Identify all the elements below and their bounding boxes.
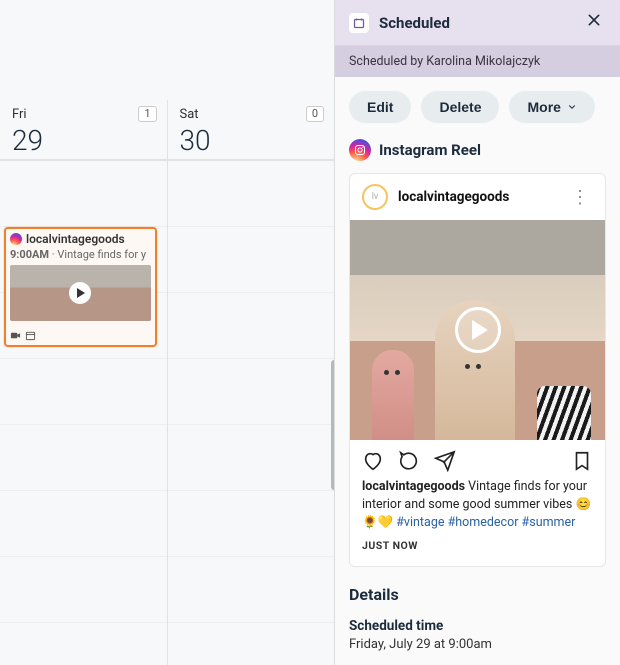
calendar-icon — [25, 330, 36, 341]
more-button[interactable]: More — [509, 91, 594, 123]
details-section: Details Scheduled time Friday, July 29 a… — [335, 567, 620, 652]
caption-hashtags[interactable]: #vintage #homedecor #summer — [396, 515, 575, 530]
panel-title: Scheduled — [379, 14, 572, 32]
close-button[interactable] — [582, 10, 606, 35]
day-of-week: Fri — [12, 107, 27, 122]
post-card-account: localvintagegoods — [26, 232, 125, 246]
instagram-icon — [10, 233, 22, 245]
avatar: lv — [362, 184, 388, 210]
preview-username: localvintagegoods — [398, 189, 557, 205]
calendar-body[interactable]: localvintagegoods 9:00AM · Vintage finds… — [0, 160, 334, 665]
close-icon — [586, 12, 602, 28]
like-icon[interactable] — [362, 450, 384, 472]
chevron-down-icon — [567, 102, 577, 112]
calendar-pane: Fri 1 29 Sat 0 30 localvintagegoods — [0, 0, 335, 665]
preview-timestamp: JUST NOW — [362, 538, 593, 553]
instagram-icon — [349, 139, 371, 161]
instagram-preview: lv localvintagegoods ⋮ localvintagegoods… — [349, 173, 606, 567]
scheduled-post-card[interactable]: localvintagegoods 9:00AM · Vintage finds… — [4, 227, 157, 347]
scheduled-time-label: Scheduled time — [349, 618, 606, 634]
calendar-column-sat[interactable] — [167, 161, 335, 665]
preview-header: lv localvintagegoods ⋮ — [350, 174, 605, 220]
delete-button[interactable]: Delete — [421, 91, 499, 123]
video-icon — [10, 330, 21, 341]
day-post-count: 1 — [138, 106, 156, 122]
panel-subtitle: Scheduled by Karolina Mikolajczyk — [335, 46, 620, 77]
caption-username: localvintagegoods — [362, 479, 465, 494]
calendar-header-row: Fri 1 29 Sat 0 30 — [0, 100, 334, 160]
calendar-column-fri[interactable]: localvintagegoods 9:00AM · Vintage finds… — [0, 161, 167, 665]
scrollbar-thumb[interactable] — [331, 360, 335, 490]
calendar-header-fri[interactable]: Fri 1 29 — [0, 100, 167, 159]
day-post-count: 0 — [306, 106, 324, 122]
day-number: 29 — [12, 124, 157, 157]
bookmark-icon[interactable] — [571, 450, 593, 472]
edit-button[interactable]: Edit — [349, 91, 411, 123]
day-number: 30 — [180, 124, 325, 157]
post-card-timeline: 9:00AM · Vintage finds for y — [10, 248, 151, 261]
more-button-label: More — [527, 99, 560, 115]
play-icon — [69, 282, 91, 304]
post-type-row: Instagram Reel — [335, 133, 620, 173]
play-icon[interactable] — [455, 307, 501, 353]
action-button-row: Edit Delete More — [335, 77, 620, 133]
preview-action-row — [350, 440, 605, 478]
preview-caption: localvintagegoods Vintage finds for your… — [350, 478, 605, 566]
calendar-header-sat[interactable]: Sat 0 30 — [167, 100, 335, 159]
details-heading: Details — [349, 585, 606, 604]
share-icon[interactable] — [434, 450, 456, 472]
post-type-label: Instagram Reel — [379, 141, 481, 159]
post-card-footer-icons — [10, 330, 36, 341]
post-card-thumbnail — [10, 265, 151, 321]
scheduled-time-value: Friday, July 29 at 9:00am — [349, 637, 606, 652]
calendar-icon — [349, 13, 369, 33]
post-detail-panel: Scheduled Scheduled by Karolina Mikolajc… — [335, 0, 620, 665]
panel-header: Scheduled — [335, 0, 620, 46]
day-of-week: Sat — [180, 107, 199, 122]
preview-more-button[interactable]: ⋮ — [567, 187, 593, 208]
preview-media[interactable] — [350, 220, 605, 440]
comment-icon[interactable] — [398, 450, 420, 472]
